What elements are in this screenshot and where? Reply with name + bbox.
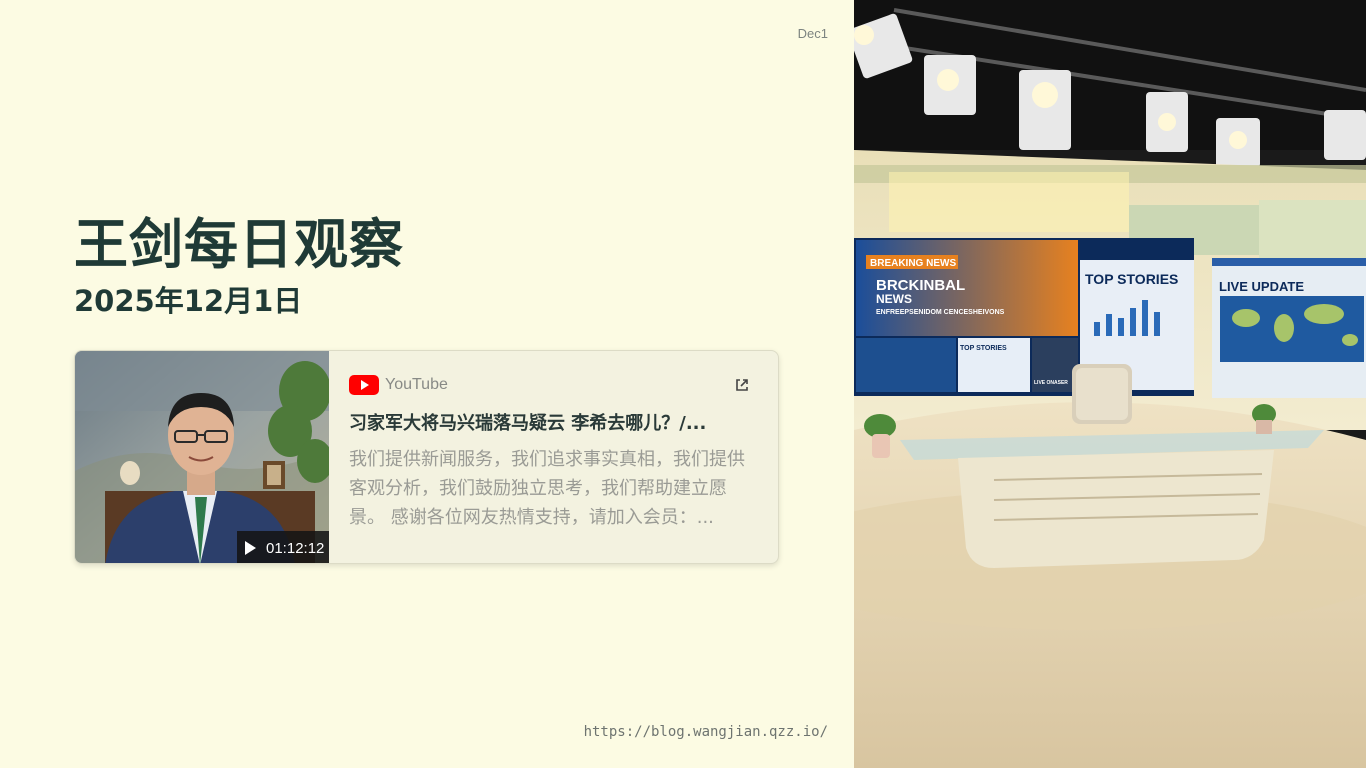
video-thumbnail[interactable]: 01:12:12 bbox=[75, 351, 329, 563]
video-source-row: YouTube bbox=[349, 373, 752, 397]
screen-top-stories: TOP STORIES bbox=[1085, 271, 1178, 287]
screen-live-update: LIVE UPDATE bbox=[1219, 279, 1304, 294]
screen-small-top-stories: TOP STORIES bbox=[960, 345, 1007, 352]
video-card-body: YouTube 习家军大将马兴瑞落马疑云 李希去哪儿？/... 我们提供新闻服务… bbox=[329, 351, 778, 563]
video-card[interactable]: 01:12:12 YouTube 习家军大将马兴瑞落马疑云 李希去哪儿？/...… bbox=[74, 350, 779, 564]
video-description: 我们提供新闻服务，我们追求事实真相，我们提供客观分析，我们鼓励独立思考，我们帮助… bbox=[349, 449, 745, 528]
video-duration-badge: 01:12:12 bbox=[237, 531, 329, 563]
studio-illustration: BREAKING NEWS BRCKINBAL NEWS ENFREEPSENI… bbox=[854, 0, 1366, 768]
video-duration: 01:12:12 bbox=[266, 539, 325, 557]
page-title: 王剑每日观察 bbox=[74, 213, 404, 276]
screen-headline-2: NEWS bbox=[876, 292, 912, 306]
slide-left-panel: Dec1 王剑每日观察 2025年12月1日 01:12:12 YouTube … bbox=[0, 0, 854, 768]
video-source-name: YouTube bbox=[385, 376, 448, 393]
breaking-news-tag: BREAKING NEWS bbox=[870, 258, 956, 269]
screen-live-onaser: LIVE ONASER bbox=[1034, 380, 1068, 386]
video-title[interactable]: 习家军大将马兴瑞落马疑云 李希去哪儿？/... bbox=[349, 409, 752, 435]
screen-headline-3: ENFREEPSENIDOM CENCESHEIVONS bbox=[876, 309, 1005, 316]
page-subtitle: 2025年12月1日 bbox=[74, 284, 303, 318]
external-link-icon[interactable] bbox=[734, 377, 750, 397]
news-studio-image: BREAKING NEWS BRCKINBAL NEWS ENFREEPSENI… bbox=[854, 0, 1366, 768]
play-icon bbox=[245, 541, 256, 555]
slide-date-label: Dec1 bbox=[797, 26, 828, 41]
youtube-logo-icon bbox=[349, 375, 379, 395]
blog-url[interactable]: https://blog.wangjian.qzz.io/ bbox=[584, 724, 828, 740]
